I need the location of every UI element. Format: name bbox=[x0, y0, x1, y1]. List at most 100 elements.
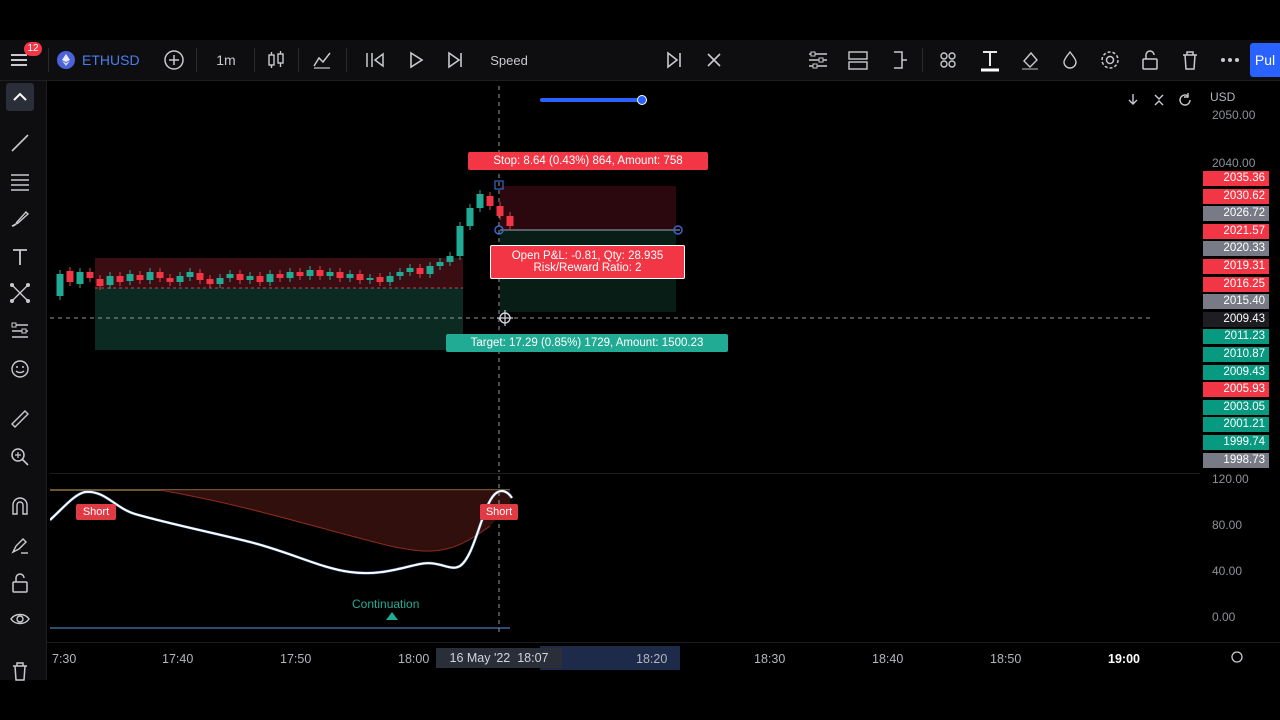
layout-split-icon[interactable] bbox=[844, 40, 872, 80]
osc-tick: 80.00 bbox=[1212, 518, 1243, 532]
price-tick: 2050.00 bbox=[1212, 108, 1256, 122]
eye-icon[interactable] bbox=[6, 605, 34, 633]
time-tick: 7:30 bbox=[52, 652, 77, 666]
ruler-icon[interactable] bbox=[6, 405, 34, 433]
magnet-icon[interactable] bbox=[6, 493, 34, 521]
play-icon[interactable] bbox=[402, 40, 430, 80]
cursor-icon[interactable] bbox=[6, 83, 34, 111]
pnl-box: Open P&L: -0.81, Qty: 28.935 Risk/Reward… bbox=[490, 245, 685, 279]
candle bbox=[386, 276, 394, 282]
price-label: 2015.40 bbox=[1203, 294, 1269, 310]
candle bbox=[196, 273, 204, 280]
candle bbox=[246, 276, 254, 280]
text-icon[interactable] bbox=[6, 243, 34, 271]
time-tick: 18:40 bbox=[872, 652, 904, 666]
candle bbox=[146, 272, 154, 280]
line-color-icon[interactable] bbox=[1056, 40, 1084, 80]
scroll-down-icon[interactable] bbox=[1126, 92, 1140, 108]
price-label: 2016.25 bbox=[1203, 276, 1269, 292]
layout-rows-icon[interactable] bbox=[804, 40, 832, 80]
candle bbox=[116, 276, 124, 282]
time-tick: 18:30 bbox=[754, 652, 786, 666]
divider bbox=[298, 48, 299, 72]
trend-line-icon[interactable] bbox=[6, 129, 34, 157]
candle bbox=[206, 279, 214, 284]
price-label: 2021.57 bbox=[1203, 223, 1269, 239]
fib-tool-icon[interactable] bbox=[6, 167, 34, 195]
candle bbox=[156, 272, 164, 278]
replay-icon[interactable] bbox=[360, 40, 390, 80]
refresh-icon[interactable] bbox=[1177, 92, 1193, 108]
step-forward-icon[interactable] bbox=[442, 40, 470, 80]
candle bbox=[356, 274, 364, 280]
target-label: Target: 17.29 (0.85%) 1729, Amount: 1500… bbox=[446, 334, 728, 352]
candle bbox=[336, 272, 344, 278]
publish-button[interactable]: Pul bbox=[1250, 43, 1280, 77]
more-icon[interactable] bbox=[1216, 40, 1244, 80]
text-tool-icon[interactable] bbox=[976, 40, 1004, 80]
price-tick: 2040.00 bbox=[1212, 156, 1256, 170]
stay-drawing-icon[interactable] bbox=[6, 531, 34, 559]
candle bbox=[166, 278, 174, 282]
trash-icon[interactable] bbox=[1176, 40, 1204, 80]
candle bbox=[306, 270, 314, 276]
candle bbox=[476, 194, 484, 208]
candle bbox=[276, 274, 284, 278]
candle bbox=[446, 256, 454, 262]
price-label: 2026.72 bbox=[1203, 206, 1269, 222]
osc-tick: 0.00 bbox=[1212, 610, 1236, 624]
price-label: 2001.21 bbox=[1203, 417, 1269, 433]
time-tick: 17:50 bbox=[280, 652, 312, 666]
price-label: 2011.23 bbox=[1203, 329, 1269, 345]
interval-button[interactable]: 1m bbox=[206, 40, 246, 80]
prediction-icon[interactable] bbox=[6, 317, 34, 345]
drawing-toolbar bbox=[0, 81, 47, 681]
compare-add-icon[interactable] bbox=[160, 40, 188, 80]
jump-to-end-icon[interactable] bbox=[660, 40, 688, 80]
candle bbox=[426, 266, 434, 274]
price-label: 2005.93 bbox=[1203, 382, 1269, 398]
remove-drawings-icon[interactable] bbox=[6, 657, 34, 685]
pane-separator[interactable] bbox=[50, 473, 1200, 474]
indicators-icon[interactable] bbox=[308, 40, 336, 80]
emoji-icon[interactable] bbox=[6, 355, 34, 383]
lock-drawings-icon[interactable] bbox=[6, 569, 34, 597]
target-zone-left bbox=[95, 288, 463, 350]
candle bbox=[376, 277, 384, 282]
time-tick: 19:00 bbox=[1108, 652, 1140, 666]
time-axis-border bbox=[46, 642, 1280, 643]
divider bbox=[196, 48, 197, 72]
lock-icon[interactable] bbox=[1136, 40, 1164, 80]
candle bbox=[466, 208, 474, 226]
candle bbox=[286, 272, 294, 278]
crosshair-time-label: 16 May '22 18:07 bbox=[436, 648, 562, 668]
continuation-marker bbox=[386, 612, 398, 620]
symbol-search-button[interactable]: ETHUSD bbox=[56, 40, 152, 80]
brush-icon[interactable] bbox=[6, 205, 34, 233]
color-fill-icon[interactable] bbox=[1016, 40, 1044, 80]
settings-gear-icon[interactable] bbox=[1096, 40, 1124, 80]
candle bbox=[436, 262, 444, 266]
collapse-icon[interactable] bbox=[1152, 92, 1166, 108]
short-signal-left: Short bbox=[76, 504, 116, 520]
candle bbox=[496, 206, 504, 216]
candle bbox=[326, 272, 334, 276]
risk-reward-label: Risk/Reward Ratio: 2 bbox=[533, 262, 642, 274]
pattern-icon[interactable] bbox=[6, 279, 34, 307]
settings-gear-icon[interactable] bbox=[1230, 650, 1244, 664]
templates-icon[interactable] bbox=[934, 40, 962, 80]
candle bbox=[136, 275, 144, 280]
price-chart[interactable] bbox=[50, 86, 1200, 472]
candle bbox=[96, 279, 104, 286]
time-tick: 18:00 bbox=[398, 652, 430, 666]
candle bbox=[316, 270, 324, 276]
candles-icon[interactable] bbox=[262, 40, 290, 80]
price-label: 2030.62 bbox=[1203, 188, 1269, 204]
candle bbox=[406, 268, 414, 272]
candle bbox=[456, 226, 464, 256]
price-label: 2009.43 bbox=[1203, 311, 1269, 327]
stop-label: Stop: 8.64 (0.43%) 864, Amount: 758 bbox=[468, 152, 708, 170]
zoom-icon[interactable] bbox=[6, 443, 34, 471]
close-replay-icon[interactable] bbox=[700, 40, 728, 80]
fit-icon[interactable] bbox=[884, 40, 912, 80]
